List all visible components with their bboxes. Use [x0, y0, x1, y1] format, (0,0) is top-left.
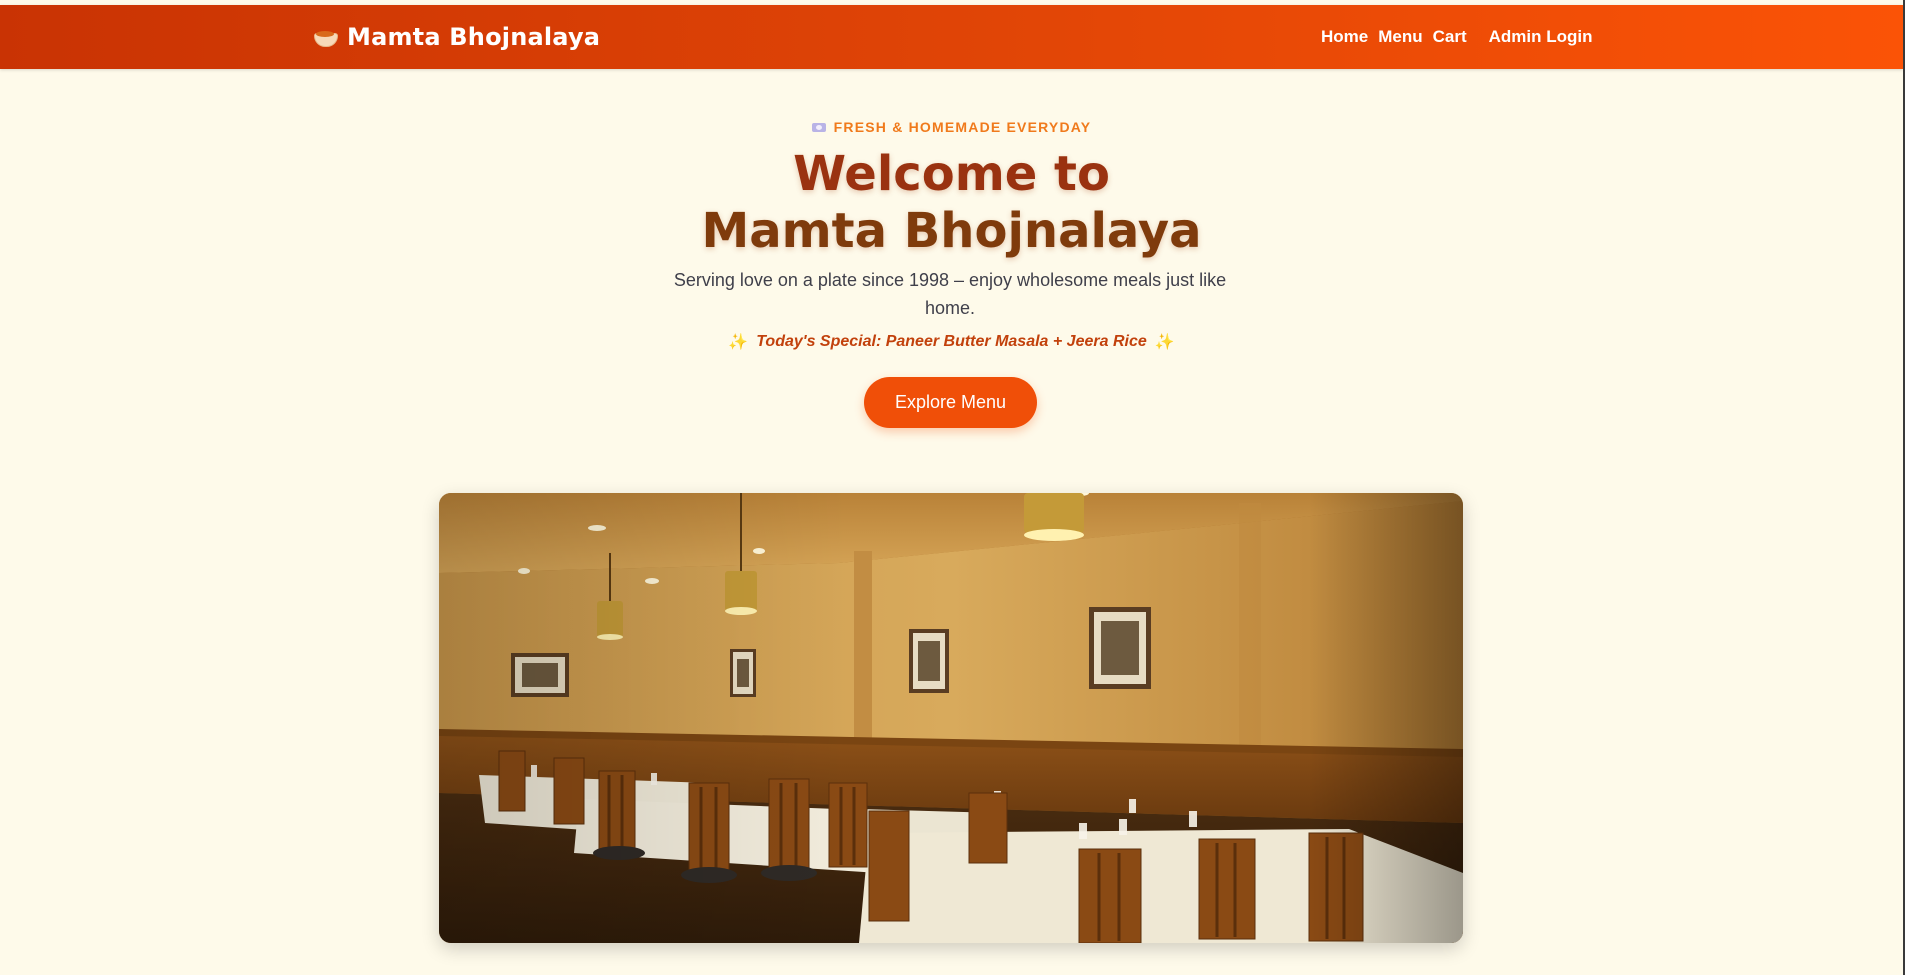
- nav-links: Home Menu Cart Admin Login: [1321, 5, 1593, 69]
- hero-tagline-text: FRESH & HOMEMADE EVERYDAY: [833, 119, 1092, 135]
- sparkles-icon: ✨: [1154, 334, 1175, 351]
- nav-link-menu[interactable]: Menu: [1378, 27, 1422, 47]
- brand[interactable]: Mamta Bhojnalaya: [313, 5, 600, 69]
- plate-icon: [811, 121, 826, 133]
- hero-subtitle: Serving love on a plate since 1998 – enj…: [673, 270, 1227, 318]
- todays-special: ✨ Today's Special: Paneer Butter Masala …: [0, 332, 1903, 352]
- navbar: Mamta Bhojnalaya Home Menu Cart Admin Lo…: [0, 5, 1903, 69]
- nav-link-home[interactable]: Home: [1321, 27, 1368, 47]
- page-viewport: Mamta Bhojnalaya Home Menu Cart Admin Lo…: [0, 0, 1903, 975]
- hero-title-line2: Mamta Bhojnalaya: [701, 203, 1202, 259]
- hero-title-line1: Welcome to: [793, 146, 1110, 202]
- nav-link-admin-login[interactable]: Admin Login: [1489, 27, 1593, 47]
- brand-name: Mamta Bhojnalaya: [347, 23, 601, 51]
- hero-tagline: FRESH & HOMEMADE EVERYDAY: [0, 119, 1903, 135]
- explore-menu-button[interactable]: Explore Menu: [864, 377, 1037, 428]
- hero-title: Welcome to Mamta Bhojnalaya: [0, 146, 1903, 260]
- nav-link-cart[interactable]: Cart: [1433, 27, 1467, 47]
- restaurant-dining-room-image: [439, 493, 1463, 943]
- curry-bowl-icon: [313, 27, 338, 47]
- sparkles-icon: ✨: [728, 334, 749, 351]
- todays-special-text: Today's Special: Paneer Butter Masala + …: [756, 333, 1147, 350]
